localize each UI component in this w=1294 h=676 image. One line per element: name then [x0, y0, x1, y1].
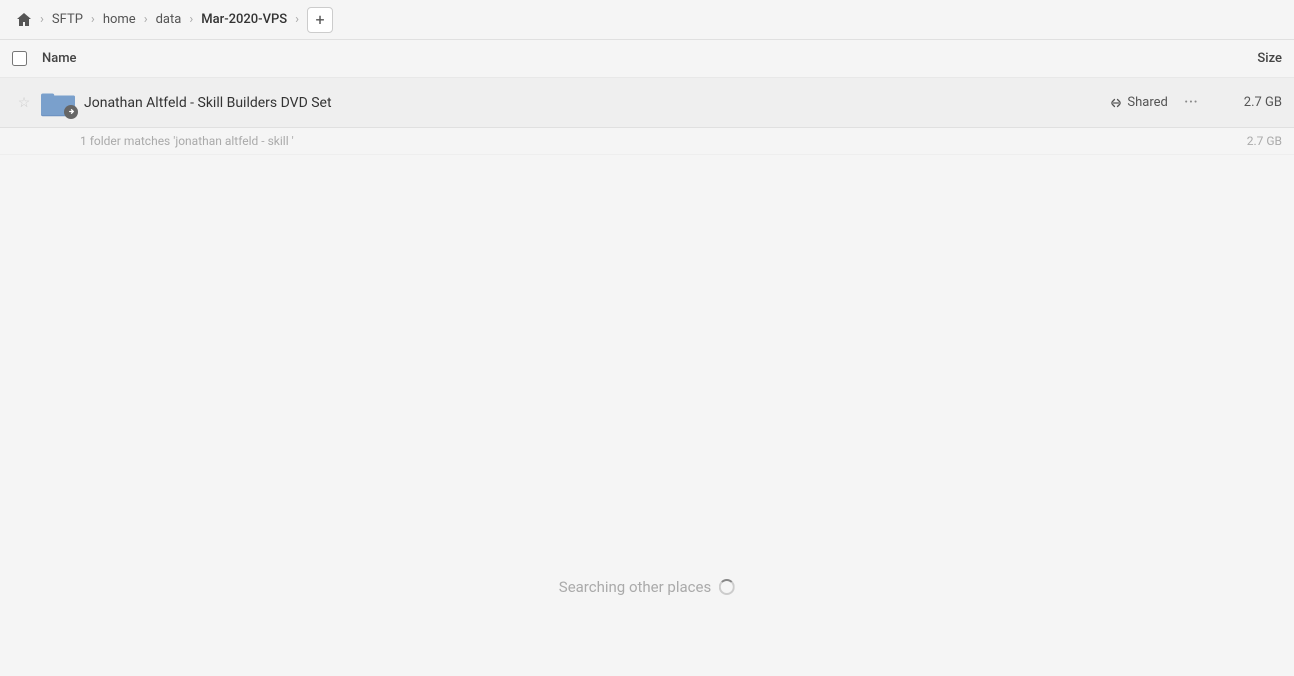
file-list: ☆	[0, 78, 1294, 676]
select-all-checkbox-col	[12, 51, 42, 66]
name-column-header: Name	[42, 51, 1182, 66]
searching-section: Searching other places	[559, 578, 735, 596]
match-info-row: 1 folder matches 'jonathan altfeld - ski…	[0, 128, 1294, 155]
link-badge	[64, 105, 78, 119]
breadcrumb-sep-2: ›	[144, 12, 148, 27]
match-text: 1 folder matches 'jonathan altfeld - ski…	[80, 134, 1202, 148]
link-shared-icon	[1109, 96, 1123, 110]
searching-label: Searching other places	[559, 578, 711, 596]
table-row[interactable]: ☆	[0, 78, 1294, 128]
breadcrumb-bar: › SFTP › home › data › Mar-2020-VPS › +	[0, 0, 1294, 40]
file-name-text: Jonathan Altfeld - Skill Builders DVD Se…	[84, 95, 332, 111]
breadcrumb-mar2020vps[interactable]: Mar-2020-VPS	[197, 10, 291, 29]
file-size: 2.7 GB	[1202, 95, 1282, 110]
shared-badge: Shared	[1109, 95, 1167, 110]
breadcrumb-home[interactable]: home	[99, 10, 140, 29]
breadcrumb-sep-0: ›	[40, 12, 44, 27]
folder-icon-wrapper	[40, 87, 76, 119]
link-icon	[67, 107, 76, 116]
breadcrumb-sep-4: ›	[295, 12, 299, 27]
more-options-button[interactable]: ···	[1180, 90, 1202, 116]
home-icon	[16, 12, 32, 28]
main-layout: › SFTP › home › data › Mar-2020-VPS › + …	[0, 0, 1294, 676]
size-column-header: Size	[1182, 51, 1282, 66]
file-actions: Shared ···	[1109, 90, 1202, 116]
ellipsis-icon: ···	[1184, 94, 1198, 112]
star-icon[interactable]: ☆	[18, 95, 31, 111]
loading-spinner	[719, 579, 735, 595]
match-size: 2.7 GB	[1202, 134, 1282, 148]
file-name: Jonathan Altfeld - Skill Builders DVD Se…	[84, 95, 1109, 111]
file-icon-col	[40, 87, 76, 119]
shared-label: Shared	[1127, 95, 1167, 110]
star-col: ☆	[12, 95, 36, 111]
column-headers: Name Size	[0, 40, 1294, 78]
breadcrumb-data[interactable]: data	[152, 10, 186, 29]
add-breadcrumb-button[interactable]: +	[307, 7, 333, 33]
select-all-checkbox[interactable]	[12, 51, 27, 66]
breadcrumb-sep-3: ›	[189, 12, 193, 27]
breadcrumb-sep-1: ›	[91, 12, 95, 27]
home-breadcrumb[interactable]	[12, 8, 36, 32]
breadcrumb-sftp[interactable]: SFTP	[48, 10, 87, 29]
